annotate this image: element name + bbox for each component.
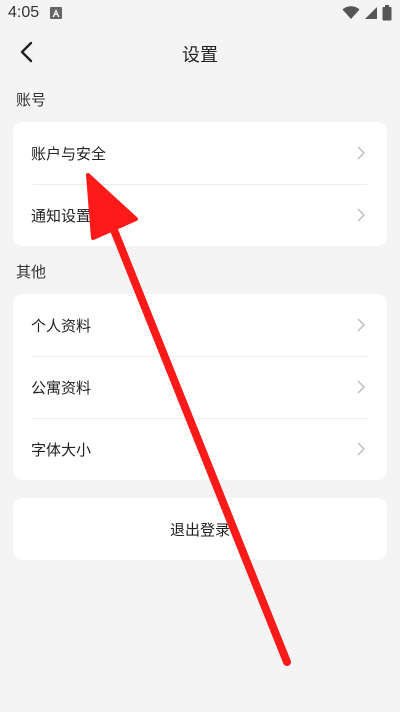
settings-row-notifications[interactable]: 通知设置	[13, 184, 387, 246]
chevron-right-icon	[357, 146, 365, 160]
row-label: 字体大小	[31, 440, 92, 459]
chevron-right-icon	[357, 318, 365, 332]
app-notification-icon	[50, 7, 62, 19]
wifi-icon	[342, 6, 360, 19]
row-label: 通知设置	[31, 206, 92, 225]
settings-row-account-security[interactable]: 账户与安全	[13, 122, 387, 184]
row-label: 公寓资料	[31, 378, 92, 397]
logout-button[interactable]: 退出登录	[13, 498, 387, 560]
other-card: 个人资料 公寓资料 字体大小	[13, 294, 387, 480]
signal-icon	[365, 7, 377, 19]
logout-label: 退出登录	[169, 520, 230, 539]
chevron-right-icon	[357, 208, 365, 222]
row-label: 个人资料	[31, 316, 92, 335]
battery-icon	[382, 5, 392, 21]
row-label: 账户与安全	[31, 144, 107, 163]
settings-row-apartment-info[interactable]: 公寓资料	[13, 356, 387, 418]
settings-row-font-size[interactable]: 字体大小	[13, 418, 387, 480]
page-title: 设置	[182, 45, 218, 66]
nav-bar: 设置	[0, 28, 400, 76]
chevron-right-icon	[357, 380, 365, 394]
status-time: 4:05	[8, 4, 40, 21]
account-card: 账户与安全 通知设置	[13, 122, 387, 246]
status-bar: 4:05	[0, 0, 400, 28]
section-title-account: 账号	[16, 91, 47, 109]
settings-row-profile[interactable]: 个人资料	[13, 294, 387, 356]
chevron-right-icon	[357, 442, 365, 456]
section-title-other: 其他	[16, 263, 47, 281]
